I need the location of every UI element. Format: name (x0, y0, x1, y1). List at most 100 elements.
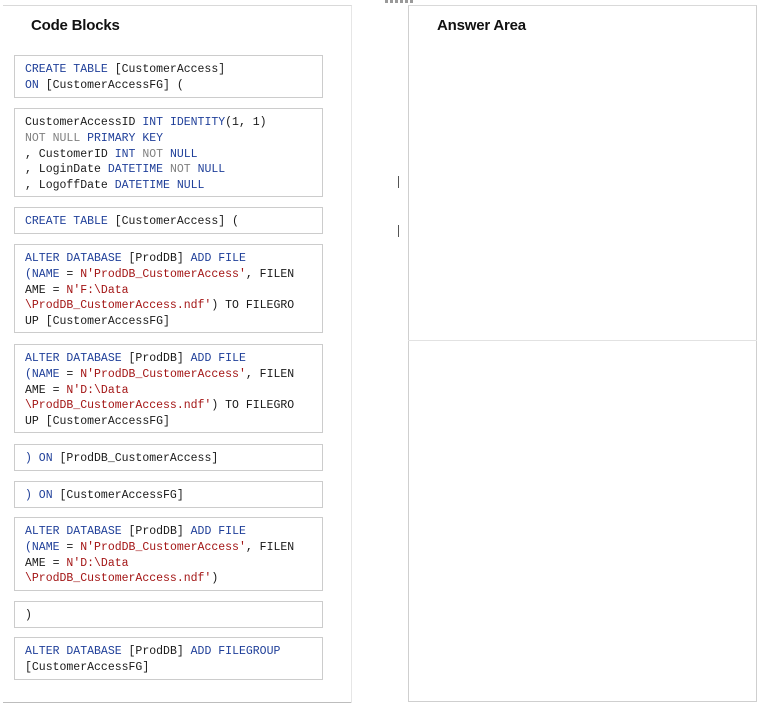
code-token: (NAME (25, 367, 67, 381)
code-token: DATETIME (107, 163, 170, 177)
code-line: UP [CustomerAccessFG] (25, 314, 322, 330)
code-token: ) (211, 572, 219, 586)
code-token: \ProdDB_CustomerAccess.ndf' (25, 399, 212, 413)
code-token: \ProdDB_CustomerAccess.ndf' (25, 299, 212, 313)
code-token: AME = (25, 556, 67, 570)
code-token: ALTER DATABASE (25, 252, 129, 265)
code-token: ) TO FILEGRO (211, 299, 295, 313)
code-blocks-title: Code Blocks (31, 17, 120, 34)
code-token: N'D:\Data (66, 556, 129, 570)
code-block-7[interactable]: ) ON [CustomerAccessFG] (14, 481, 323, 508)
code-token: INT (114, 147, 143, 161)
code-token: , CustomerID (25, 147, 115, 161)
code-token: ADD FILE (190, 525, 246, 538)
code-token: PRIMARY KEY (87, 131, 164, 145)
code-line: \ProdDB_CustomerAccess.ndf') (25, 571, 322, 587)
code-token: , FILEN (245, 540, 295, 554)
code-token: CREATE TABLE (25, 63, 115, 76)
code-line: ALTER DATABASE [ProdDB] ADD FILEGROUP (25, 644, 322, 660)
code-token: \ProdDB_CustomerAccess.ndf' (25, 572, 212, 586)
code-token: ) ON (25, 452, 60, 465)
code-token: ALTER DATABASE (25, 525, 129, 538)
code-token: [CustomerAccess] (114, 63, 226, 76)
code-line: , LogoffDate DATETIME NULL (25, 178, 322, 194)
code-line: (NAME = N'ProdDB_CustomerAccess', FILEN (25, 540, 322, 556)
code-block-6[interactable]: ) ON [ProdDB_CustomerAccess] (14, 444, 323, 471)
code-line: \ProdDB_CustomerAccess.ndf') TO FILEGRO (25, 398, 322, 414)
code-token: INT (142, 116, 170, 129)
code-token: [CustomerAccessFG] (59, 489, 184, 502)
code-token: ADD FILE (190, 352, 246, 365)
code-token: [ProdDB] (128, 252, 191, 265)
code-token: [CustomerAccess] ( (114, 215, 239, 228)
code-line: CREATE TABLE [CustomerAccess] ( (25, 214, 322, 230)
code-token: NULL (169, 147, 198, 161)
code-line: ) ON [ProdDB_CustomerAccess] (25, 451, 322, 467)
code-line: AME = N'D:\Data (25, 556, 322, 572)
code-token: UP [CustomerAccessFG] (25, 415, 170, 429)
code-token: CREATE TABLE (25, 215, 115, 228)
code-block-9[interactable]: ) (14, 601, 323, 628)
code-token: NULL (197, 163, 226, 177)
code-line: AME = N'D:\Data (25, 383, 322, 399)
code-token: , LoginDate (25, 163, 108, 177)
code-line: ) (25, 608, 322, 624)
code-line: \ProdDB_CustomerAccess.ndf') TO FILEGRO (25, 298, 322, 314)
code-token: , FILEN (245, 367, 295, 381)
code-token: [ProdDB_CustomerAccess] (59, 452, 219, 465)
code-token: = (66, 267, 81, 281)
resize-grip-icon[interactable] (385, 0, 425, 4)
code-token: ALTER DATABASE (25, 352, 129, 365)
splitter-mark-upper (398, 176, 399, 188)
code-token: N'F:\Data (66, 283, 129, 297)
code-line: ALTER DATABASE [ProdDB] ADD FILE (25, 524, 322, 540)
code-token: ADD FILEGROUP (190, 645, 281, 658)
code-token: AME = (25, 383, 67, 397)
code-token: [CustomerAccessFG] ( (45, 78, 184, 92)
code-line: CREATE TABLE [CustomerAccess] (25, 62, 322, 78)
code-line: AME = N'F:\Data (25, 283, 322, 299)
code-token: = (66, 367, 81, 381)
code-token: ON (25, 78, 46, 92)
splitter-mark-lower (398, 225, 399, 237)
code-line: NOT NULL PRIMARY KEY (25, 131, 322, 147)
answer-area-divider (408, 340, 757, 341)
answer-area-title: Answer Area (437, 17, 526, 34)
code-block-8[interactable]: ALTER DATABASE [ProdDB] ADD FILE (NAME = … (14, 517, 323, 591)
code-block-4[interactable]: ALTER DATABASE [ProdDB] ADD FILE (NAME = … (14, 244, 323, 333)
code-token: UP [CustomerAccessFG] (25, 315, 170, 329)
code-token: NOT (169, 163, 198, 177)
code-token: N'ProdDB_CustomerAccess' (80, 540, 246, 554)
code-block-1[interactable]: CREATE TABLE [CustomerAccess] ON [Custome… (14, 55, 323, 98)
code-token: N'D:\Data (66, 383, 129, 397)
code-token: ALTER DATABASE (25, 645, 129, 658)
code-token: CustomerAccessID (25, 116, 143, 129)
code-token: , FILEN (245, 267, 295, 281)
code-token: ) ON (25, 489, 60, 502)
code-token: ) TO FILEGRO (211, 399, 295, 413)
code-token: NULL (176, 179, 205, 193)
code-line: (NAME = N'ProdDB_CustomerAccess', FILEN (25, 267, 322, 283)
code-token: , LogoffDate (25, 179, 115, 193)
code-line: ON [CustomerAccessFG] ( (25, 78, 322, 94)
code-block-2[interactable]: CustomerAccessID INT IDENTITY(1, 1) NOT N… (14, 108, 323, 197)
code-token: ADD FILE (190, 252, 246, 265)
code-token: IDENTITY (169, 116, 226, 129)
code-line: [CustomerAccessFG] (25, 660, 322, 676)
code-token: N'ProdDB_CustomerAccess' (80, 367, 246, 381)
code-line: ALTER DATABASE [ProdDB] ADD FILE (25, 251, 322, 267)
code-token: DATETIME (114, 179, 177, 193)
code-token: (NAME (25, 267, 67, 281)
code-token: (NAME (25, 540, 67, 554)
code-token: N'ProdDB_CustomerAccess' (80, 267, 246, 281)
code-block-5[interactable]: ALTER DATABASE [ProdDB] ADD FILE (NAME = … (14, 344, 323, 433)
code-token: NULL (52, 131, 88, 145)
code-block-10[interactable]: ALTER DATABASE [ProdDB] ADD FILEGROUP [Cu… (14, 637, 323, 680)
code-block-3[interactable]: CREATE TABLE [CustomerAccess] ( (14, 207, 323, 234)
code-line: CustomerAccessID INT IDENTITY(1, 1) (25, 115, 322, 131)
code-line: ALTER DATABASE [ProdDB] ADD FILE (25, 351, 322, 367)
answer-area-panel[interactable]: Answer Area (408, 5, 757, 702)
code-line: (NAME = N'ProdDB_CustomerAccess', FILEN (25, 367, 322, 383)
code-line: , CustomerID INT NOT NULL (25, 147, 322, 163)
code-token: (1, 1) (225, 116, 267, 129)
